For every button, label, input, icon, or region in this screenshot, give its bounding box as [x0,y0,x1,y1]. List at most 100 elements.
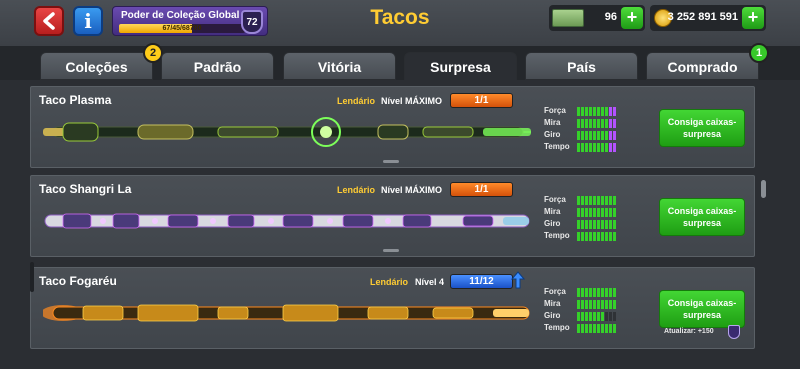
stat-label: Mira [544,118,561,127]
stat-bar [577,324,616,333]
stat-segment [605,143,608,152]
stat-segment [609,196,612,205]
stat-segment [589,107,592,116]
stat-segment [577,220,580,229]
stat-segment [585,131,588,140]
stat-segment [585,208,588,217]
stat-segment [605,324,608,333]
add-cash-button[interactable]: + [621,7,643,29]
stat-label: Tempo [544,323,570,332]
shangri-la-cue-image [44,213,530,229]
stat-segment [581,143,584,152]
stat-segment [581,208,584,217]
stat-segment [613,107,616,116]
get-boxes-button[interactable]: Consiga caixas-surpresa [659,198,745,236]
stat-segment [597,143,600,152]
stat-bar [577,220,616,229]
piece-count: 1/1 [450,182,513,197]
tab-surpresa[interactable]: Surpresa [404,52,517,80]
stat-segment [577,143,580,152]
side-drag-handle[interactable] [30,262,34,292]
stat-segment [613,143,616,152]
stat-segment [581,196,584,205]
get-boxes-button[interactable]: Consiga caixas-surpresa [659,290,745,328]
stat-bar [577,107,616,116]
stat-segment [581,288,584,297]
stat-segment [609,220,612,229]
stat-segment [605,208,608,217]
stat-segment [577,232,580,241]
stat-segment [589,288,592,297]
stat-bar [577,196,616,205]
stat-segment [613,324,616,333]
stat-bar [577,312,616,321]
stat-segment [597,119,600,128]
tab-vitoria[interactable]: Vitória [283,52,396,80]
cue-level: Nível MÁXIMO [381,185,443,195]
stat-segment [601,324,604,333]
coins-amount: 3 252 891 591 [667,11,738,23]
stat-label: Força [544,195,566,204]
stat-bar [577,119,616,128]
get-boxes-button[interactable]: Consiga caixas-surpresa [659,109,745,147]
cash-amount: 96 [604,11,617,23]
add-coins-button[interactable]: + [742,7,764,29]
stat-segment [609,143,612,152]
stat-segment [589,232,592,241]
tab-pais[interactable]: País [525,52,638,80]
stat-segment [597,300,600,309]
stat-segment [585,143,588,152]
notification-badge: 1 [749,43,769,63]
tab-padrao[interactable]: Padrão [161,52,274,80]
tab-comprado[interactable]: Comprado 1 [646,43,769,80]
tab-colecoes[interactable]: Coleções 2 [40,43,163,80]
cue-level: Nível MÁXIMO [381,96,443,106]
notification-badge: 2 [143,43,163,63]
cue-level: Nível 4 [415,277,445,287]
stat-segment [601,220,604,229]
stat-segment [577,208,580,217]
stat-segment [609,288,612,297]
stat-segment [593,196,596,205]
stat-segment [581,232,584,241]
stat-segment [605,131,608,140]
stat-segment [593,312,596,321]
cue-card[interactable]: Taco Shangri La Lendário Nível MÁXIMO 1/… [30,175,755,257]
cash-icon [552,9,584,27]
category-tabs: Coleções 2 Padrão Vitória Surpresa País … [0,43,800,80]
stat-segment [613,196,616,205]
stat-segment [589,119,592,128]
stat-segment [597,131,600,140]
stat-segment [601,196,604,205]
stat-segment [605,300,608,309]
cue-name: Taco Shangri La [39,182,132,196]
tab-label: País [567,59,596,75]
stat-segment [601,143,604,152]
tab-label: Coleções [65,59,128,75]
stat-segment [593,143,596,152]
cue-card[interactable]: Taco Plasma Lendário Nível MÁXIMO 1/1 Fo… [30,86,755,168]
stat-segment [613,232,616,241]
cue-name: Taco Fogaréu [39,274,117,288]
tab-label: Surpresa [430,59,491,75]
stat-label: Giro [544,219,561,228]
stat-segment [613,312,616,321]
stat-segment [609,119,612,128]
cue-list[interactable]: Taco Plasma Lendário Nível MÁXIMO 1/1 Fo… [0,80,800,369]
stat-bar [577,232,616,241]
stat-segment [613,288,616,297]
tab-label: Comprado [667,59,738,75]
stat-segment [585,324,588,333]
cue-card[interactable]: Taco Fogaréu Lendário Nível 4 11/12 Forç… [30,267,755,349]
stat-segment [585,119,588,128]
stat-segment [585,232,588,241]
cue-rarity: Lendário [337,185,376,195]
tab-label: Padrão [193,59,242,75]
stat-segment [581,312,584,321]
upgrade-cost: Atualizar: +150 [664,328,714,335]
stat-segment [593,208,596,217]
stat-segment [605,312,608,321]
stat-segment [589,131,592,140]
cue-rarity: Lendário [370,277,409,287]
scrollbar[interactable] [761,180,766,198]
